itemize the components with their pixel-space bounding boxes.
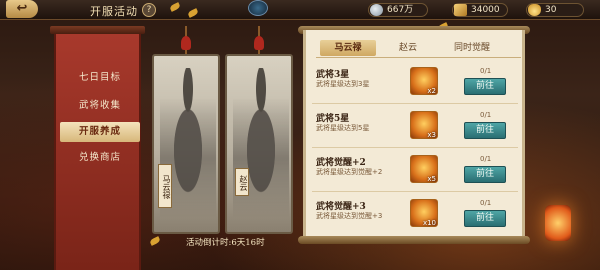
currency-gold-value: 34000	[471, 5, 500, 15]
task-title: 武将觉醒+3	[316, 202, 366, 212]
currency-silver-value: 667万	[387, 5, 414, 15]
sidebar-panel: 七日目标 武将收集 开服养成 兑换商店	[54, 34, 141, 270]
top-bar: ↩ 开服活动 ? 667万 34000 30	[0, 0, 600, 20]
hero-card-zhao-yun[interactable]: 赵云	[225, 54, 293, 234]
reward-quantity: x10	[422, 219, 436, 227]
currency-silver: 667万	[368, 3, 428, 17]
reward-item-icon[interactable]: x3	[410, 111, 438, 139]
task-row: 武将觉醒+3 武将星级达到觉醒+3 x10 0/1 前往	[312, 196, 518, 236]
task-description: 武将星级达到觉醒+3	[316, 212, 383, 220]
tab-ma-yunlu[interactable]: 马云禄	[320, 40, 376, 56]
tab-bar: 马云禄 赵云 同时觉醒	[316, 40, 521, 58]
currency-ingot: 30	[526, 3, 584, 17]
go-button[interactable]: 前往	[464, 122, 506, 139]
sidebar-item-growth[interactable]: 开服养成	[60, 122, 140, 142]
reward-item-icon[interactable]: x2	[410, 67, 438, 95]
back-button[interactable]: ↩	[6, 0, 38, 18]
scroll-rod-bottom	[298, 236, 530, 244]
reward-quantity: x5	[427, 175, 436, 183]
event-emblem-icon[interactable]	[248, 0, 268, 16]
gold-icon	[454, 4, 467, 16]
task-row: 武将5星 武将星级达到5星 x3 0/1 前往	[312, 108, 518, 148]
lantern-icon	[545, 205, 571, 241]
sidebar-rod	[50, 26, 145, 34]
help-icon[interactable]: ?	[142, 3, 156, 17]
task-row: 武将3星 武将星级达到3星 x2 0/1 前往	[312, 64, 518, 104]
sidebar-item-seven-day-goals[interactable]: 七日目标	[60, 68, 140, 88]
silver-coin-icon	[370, 4, 383, 16]
task-progress: 0/1	[480, 67, 492, 75]
task-progress: 0/1	[480, 111, 492, 119]
go-button[interactable]: 前往	[464, 166, 506, 183]
ingot-icon	[528, 4, 541, 16]
task-panel: 马云禄 赵云 同时觉醒 武将3星 武将星级达到3星 x2 0/1 前往 武将5星…	[303, 30, 525, 240]
currency-gold: 34000	[452, 3, 508, 17]
card-knot	[254, 36, 264, 50]
sidebar: 七日目标 武将收集 开服养成 兑换商店	[50, 26, 145, 270]
hero-card-ma-yunlu[interactable]: 马云禄	[152, 54, 220, 234]
task-description: 武将星级达到5星	[316, 124, 370, 132]
event-countdown: 活动倒计时:6天16时	[186, 238, 265, 248]
hero-name: 赵云	[235, 168, 249, 196]
tab-zhao-yun[interactable]: 赵云	[388, 40, 428, 56]
task-description: 武将星级达到觉醒+2	[316, 168, 383, 176]
reward-item-icon[interactable]: x10	[410, 199, 438, 227]
task-progress: 0/1	[480, 199, 492, 207]
reward-item-icon[interactable]: x5	[410, 155, 438, 183]
sidebar-item-hero-collection[interactable]: 武将收集	[60, 96, 140, 116]
task-title: 武将3星	[316, 70, 350, 80]
task-description: 武将星级达到3星	[316, 80, 370, 88]
reward-quantity: x3	[427, 131, 436, 139]
task-progress: 0/1	[480, 155, 492, 163]
currency-ingot-value: 30	[545, 5, 557, 15]
task-row: 武将觉醒+2 武将星级达到觉醒+2 x5 0/1 前往	[312, 152, 518, 192]
task-title: 武将5星	[316, 114, 350, 124]
tab-simultaneous-awaken[interactable]: 同时觉醒	[442, 40, 502, 56]
card-knot	[181, 36, 191, 50]
tab-divider	[316, 57, 521, 58]
sidebar-item-exchange-shop[interactable]: 兑换商店	[60, 148, 140, 168]
go-button[interactable]: 前往	[464, 78, 506, 95]
go-button[interactable]: 前往	[464, 210, 506, 227]
page-title: 开服活动	[90, 5, 138, 18]
reward-quantity: x2	[427, 87, 436, 95]
task-title: 武将觉醒+2	[316, 158, 366, 168]
hero-name: 马云禄	[158, 164, 172, 208]
